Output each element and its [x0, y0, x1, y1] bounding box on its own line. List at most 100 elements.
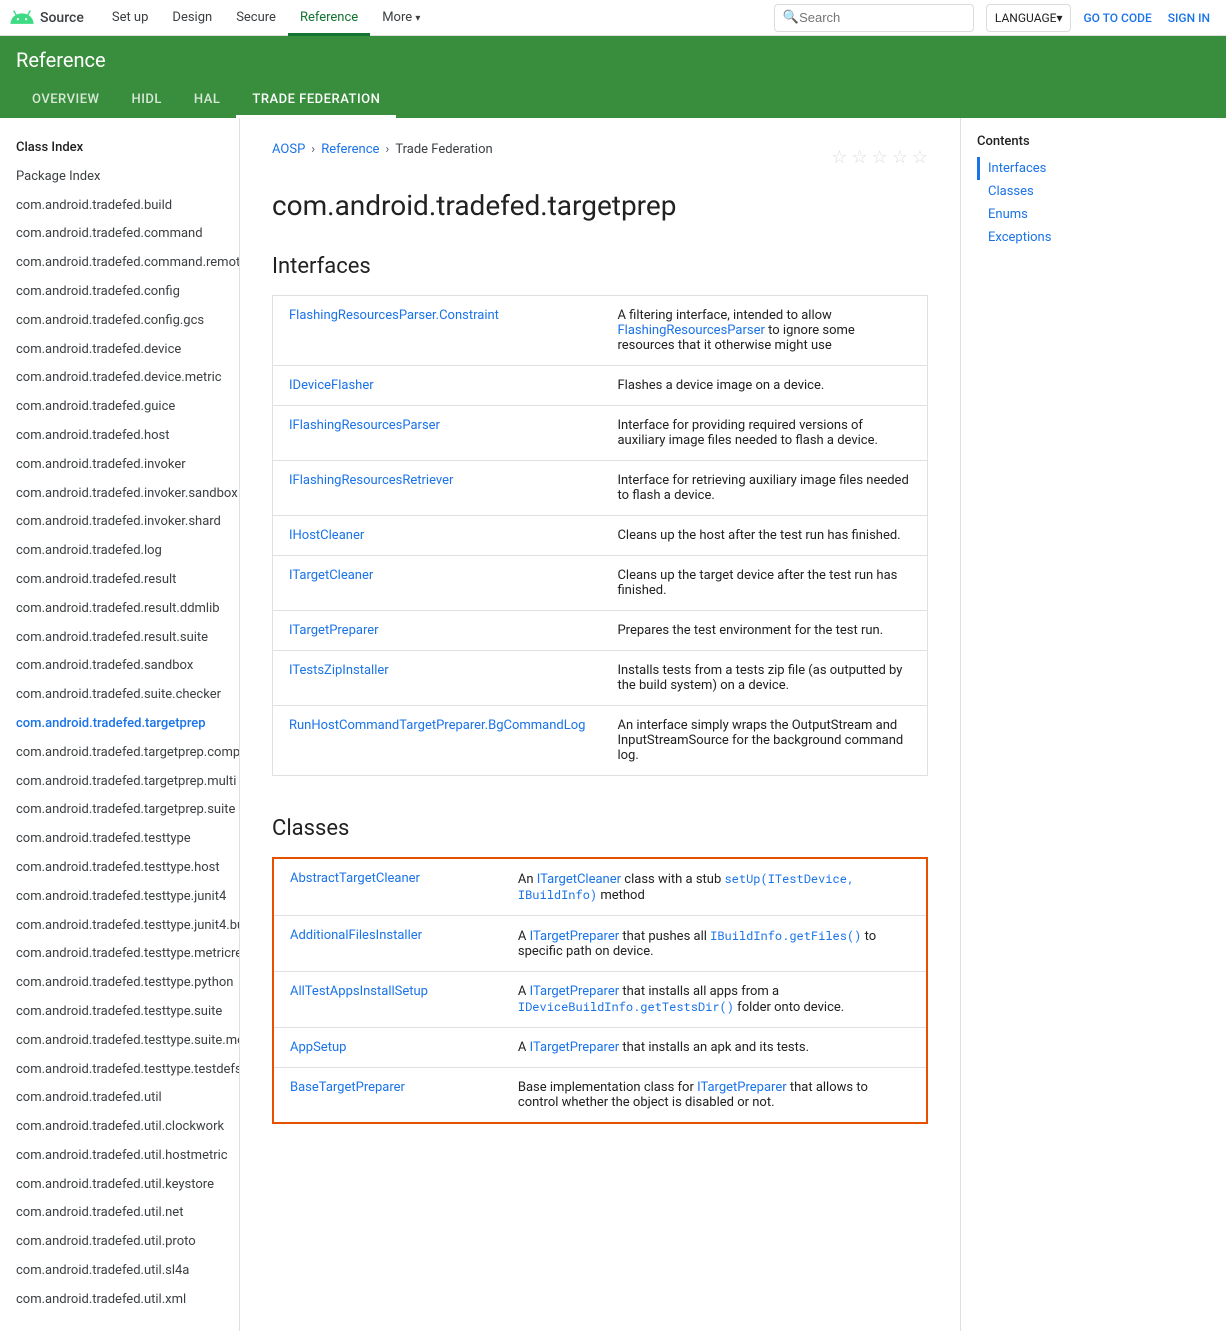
sign-in-button[interactable]: SIGN IN — [1160, 11, 1218, 25]
star-1[interactable]: ☆ — [831, 147, 847, 168]
sidebar-item-log[interactable]: com.android.tradefed.log — [0, 537, 239, 566]
sidebar-item-testtype-junit4-builder[interactable]: com.android.tradefed.testtype.junit4.bui… — [0, 912, 239, 941]
interface-desc-2: Interface for providing required version… — [601, 406, 927, 461]
nav-item-reference[interactable]: Reference — [288, 0, 370, 36]
toc-item-interfaces[interactable]: Interfaces — [977, 157, 1144, 180]
sub-nav-hidl[interactable]: HIDL — [115, 84, 177, 118]
sidebar-item-testtype-suite-module[interactable]: com.android.tradefed.testtype.suite.modu… — [0, 1027, 239, 1056]
sidebar-item-sandbox[interactable]: com.android.tradefed.sandbox — [0, 652, 239, 681]
sidebar-item-targetprep-companion[interactable]: com.android.tradefed.targetprep.companio… — [0, 739, 239, 768]
sidebar-item-invoker-shard[interactable]: com.android.tradefed.invoker.shard — [0, 508, 239, 537]
class-link-additionalfilesinstaller[interactable]: AdditionalFilesInstaller — [290, 928, 422, 943]
sidebar-item-device[interactable]: com.android.tradefed.device — [0, 336, 239, 365]
sidebar-item-config-gcs[interactable]: com.android.tradefed.config.gcs — [0, 307, 239, 336]
interface-link-flashing-constraint[interactable]: FlashingResourcesParser.Constraint — [289, 308, 499, 323]
sidebar-item-util-keystore[interactable]: com.android.tradefed.util.keystore — [0, 1171, 239, 1200]
interface-desc-5: Cleans up the target device after the te… — [601, 556, 927, 611]
class-desc-link-1[interactable]: ITargetPreparer — [530, 929, 620, 944]
sidebar-item-build[interactable]: com.android.tradefed.build — [0, 192, 239, 221]
go-to-code-button[interactable]: GO TO CODE — [1075, 11, 1159, 25]
class-link-appsetup[interactable]: AppSetup — [290, 1040, 346, 1055]
breadcrumb-trade-federation: Trade Federation — [395, 142, 492, 157]
class-desc-4: Base implementation class for ITargetPre… — [502, 1068, 927, 1124]
language-button[interactable]: LANGUAGE ▾ — [986, 4, 1072, 32]
breadcrumb-aosp[interactable]: AOSP — [272, 142, 305, 157]
interface-desc-link-0[interactable]: FlashingResourcesParser — [617, 323, 764, 338]
sidebar-item-device-metric[interactable]: com.android.tradefed.device.metric — [0, 364, 239, 393]
class-link-abstracttargetcleaner[interactable]: AbstractTargetCleaner — [290, 871, 420, 886]
star-2[interactable]: ☆ — [851, 147, 867, 168]
nav-item-secure[interactable]: Secure — [224, 0, 288, 36]
sidebar-item-invoker[interactable]: com.android.tradefed.invoker — [0, 451, 239, 480]
sidebar-item-package-index[interactable]: Package Index — [0, 163, 239, 192]
sidebar-item-result-suite[interactable]: com.android.tradefed.result.suite — [0, 624, 239, 653]
sidebar-item-invoker-sandbox[interactable]: com.android.tradefed.invoker.sandbox — [0, 480, 239, 509]
nav-item-setup[interactable]: Set up — [100, 0, 161, 36]
class-code-link-2[interactable]: IDeviceBuildInfo.getTestsDir() — [518, 999, 734, 1015]
sidebar-item-testtype-testdefs[interactable]: com.android.tradefed.testtype.testdefs — [0, 1056, 239, 1085]
star-3[interactable]: ☆ — [872, 147, 888, 168]
sidebar-item-util-net[interactable]: com.android.tradefed.util.net — [0, 1199, 239, 1228]
sidebar-item-command[interactable]: com.android.tradefed.command — [0, 220, 239, 249]
sidebar-item-testtype-metricregression[interactable]: com.android.tradefed.testtype.metricregr… — [0, 940, 239, 969]
nav-item-design[interactable]: Design — [160, 0, 224, 36]
class-desc-link-2[interactable]: ITargetPreparer — [530, 984, 620, 999]
sidebar-item-targetprep[interactable]: com.android.tradefed.targetprep — [0, 710, 239, 739]
sidebar-item-config[interactable]: com.android.tradefed.config — [0, 278, 239, 307]
sidebar-item-result-ddmlib[interactable]: com.android.tradefed.result.ddmlib — [0, 595, 239, 624]
class-desc-link-0[interactable]: ITargetCleaner — [537, 872, 621, 887]
sub-nav-trade-federation[interactable]: TRADE FEDERATION — [236, 84, 396, 118]
sidebar-item-result[interactable]: com.android.tradefed.result — [0, 566, 239, 595]
logo-text: Source — [40, 10, 84, 26]
interface-link-ihostcleaner[interactable]: IHostCleaner — [289, 528, 364, 543]
sidebar-item-util-proto[interactable]: com.android.tradefed.util.proto — [0, 1228, 239, 1257]
sub-nav: OVERVIEW HIDL HAL TRADE FEDERATION — [0, 84, 1226, 118]
star-4[interactable]: ☆ — [892, 147, 908, 168]
interface-link-iflashingresourcesretriever[interactable]: IFlashingResourcesRetriever — [289, 473, 453, 488]
toc-item-classes[interactable]: Classes — [977, 180, 1144, 203]
interface-link-ideviceflasher[interactable]: IDeviceFlasher — [289, 378, 374, 393]
sidebar-item-util-xml[interactable]: com.android.tradefed.util.xml — [0, 1286, 239, 1315]
toc-item-exceptions[interactable]: Exceptions — [977, 226, 1144, 249]
sidebar-item-targetprep-multi[interactable]: com.android.tradefed.targetprep.multi — [0, 768, 239, 797]
sidebar-item-targetprep-suite[interactable]: com.android.tradefed.targetprep.suite — [0, 796, 239, 825]
sidebar-item-host[interactable]: com.android.tradefed.host — [0, 422, 239, 451]
table-row: IFlashingResourcesParser Interface for p… — [273, 406, 928, 461]
sidebar-item-guice[interactable]: com.android.tradefed.guice — [0, 393, 239, 422]
class-code-link-1[interactable]: IBuildInfo.getFiles() — [710, 928, 861, 944]
sub-nav-overview[interactable]: OVERVIEW — [16, 84, 115, 118]
interface-link-runhostcommand[interactable]: RunHostCommandTargetPreparer.BgCommandLo… — [289, 718, 585, 733]
sidebar-item-testtype-suite[interactable]: com.android.tradefed.testtype.suite — [0, 998, 239, 1027]
interface-link-itestszipinstaller[interactable]: ITestsZipInstaller — [289, 663, 389, 678]
interface-link-iflashingresourcesparser[interactable]: IFlashingResourcesParser — [289, 418, 440, 433]
sidebar-item-testtype-host[interactable]: com.android.tradefed.testtype.host — [0, 854, 239, 883]
right-sidebar: Contents Interfaces Classes Enums Except… — [960, 118, 1160, 1331]
class-link-basetargetpreparer[interactable]: BaseTargetPreparer — [290, 1080, 405, 1095]
search-box[interactable]: 🔍 — [774, 4, 974, 32]
class-desc-link-3[interactable]: ITargetPreparer — [530, 1040, 620, 1055]
breadcrumb: AOSP › Reference › Trade Federation — [272, 142, 493, 157]
interface-link-itargetpreparer[interactable]: ITargetPreparer — [289, 623, 379, 638]
sidebar-item-util-sl4a[interactable]: com.android.tradefed.util.sl4a — [0, 1257, 239, 1286]
interface-desc-1: Flashes a device image on a device. — [601, 366, 927, 406]
reference-banner: Reference — [0, 36, 1226, 84]
interface-link-itargetcleaner[interactable]: ITargetCleaner — [289, 568, 373, 583]
table-row: AllTestAppsInstallSetup A ITargetPrepare… — [273, 972, 927, 1028]
class-desc-link-4[interactable]: ITargetPreparer — [697, 1080, 787, 1095]
sidebar-item-testtype-junit4[interactable]: com.android.tradefed.testtype.junit4 — [0, 883, 239, 912]
logo[interactable]: Source — [8, 4, 84, 32]
class-link-alltestappsinstallsetup[interactable]: AllTestAppsInstallSetup — [290, 984, 428, 999]
search-input[interactable] — [799, 10, 959, 25]
breadcrumb-reference[interactable]: Reference — [321, 142, 379, 157]
nav-item-more[interactable]: More ▾ — [370, 0, 432, 36]
sub-nav-hal[interactable]: HAL — [178, 84, 236, 118]
star-5[interactable]: ☆ — [912, 147, 928, 168]
sidebar-item-util-clockwork[interactable]: com.android.tradefed.util.clockwork — [0, 1113, 239, 1142]
sidebar-item-command-remote[interactable]: com.android.tradefed.command.remote — [0, 249, 239, 278]
sidebar-item-util-hostmetric[interactable]: com.android.tradefed.util.hostmetric — [0, 1142, 239, 1171]
sidebar-item-testtype[interactable]: com.android.tradefed.testtype — [0, 825, 239, 854]
sidebar-item-testtype-python[interactable]: com.android.tradefed.testtype.python — [0, 969, 239, 998]
sidebar-item-util[interactable]: com.android.tradefed.util — [0, 1084, 239, 1113]
sidebar-item-suite-checker[interactable]: com.android.tradefed.suite.checker — [0, 681, 239, 710]
toc-item-enums[interactable]: Enums — [977, 203, 1144, 226]
